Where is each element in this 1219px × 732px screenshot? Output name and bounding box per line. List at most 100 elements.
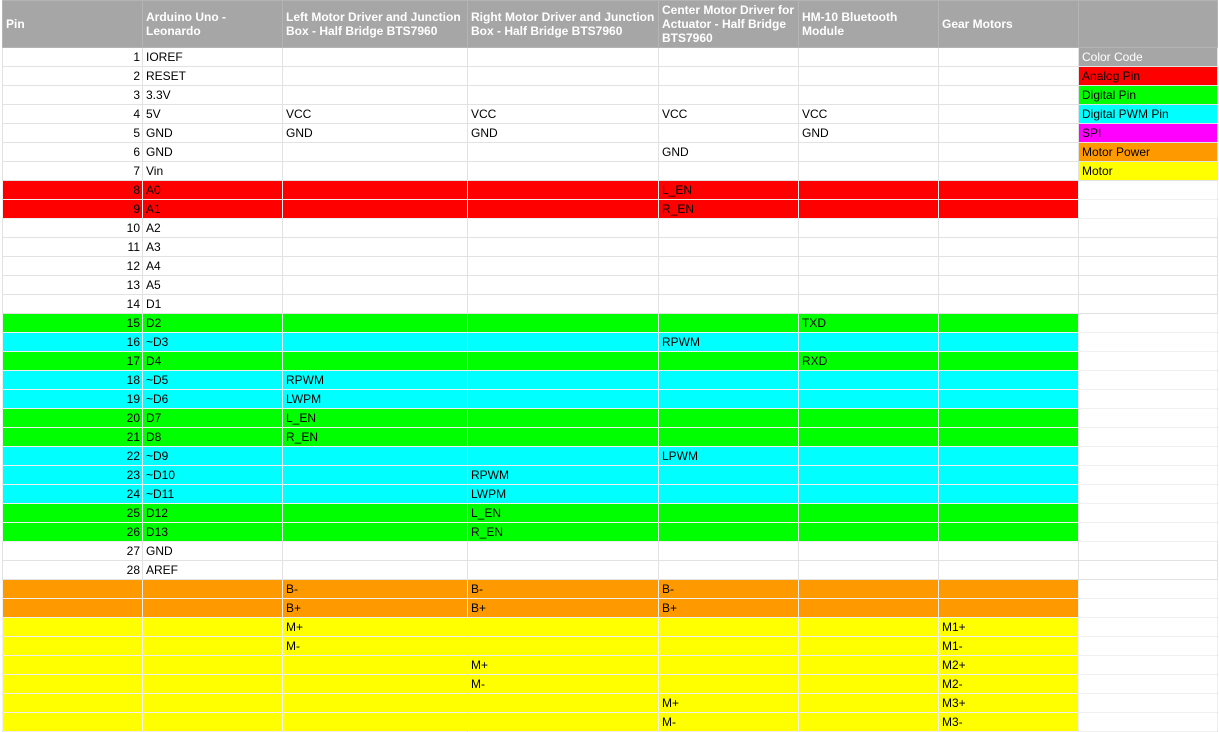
empty-cell[interactable] <box>1078 370 1218 390</box>
cell-left-driver[interactable] <box>282 503 468 523</box>
cell-arduino[interactable] <box>142 655 283 675</box>
empty-cell[interactable] <box>1078 522 1218 542</box>
empty-cell[interactable] <box>1078 484 1218 504</box>
empty-cell[interactable] <box>1078 332 1218 352</box>
cell-left-driver[interactable] <box>282 693 468 713</box>
empty-cell[interactable] <box>1078 427 1218 447</box>
cell-arduino[interactable] <box>142 636 283 656</box>
cell-center-driver[interactable] <box>658 389 799 409</box>
cell-gear-motors[interactable] <box>938 161 1079 181</box>
cell-center-driver[interactable] <box>658 237 799 257</box>
cell-pin[interactable] <box>2 598 143 618</box>
header-pin[interactable]: Pin <box>2 0 143 48</box>
cell-gear-motors[interactable]: M2- <box>938 674 1079 694</box>
cell-center-driver[interactable] <box>658 484 799 504</box>
cell-left-driver[interactable] <box>282 655 468 675</box>
cell-arduino[interactable]: A3 <box>142 237 283 257</box>
cell-arduino[interactable] <box>142 712 283 732</box>
cell-pin[interactable] <box>2 617 143 637</box>
cell-pin[interactable]: 8 <box>2 180 143 200</box>
cell-bluetooth[interactable] <box>798 617 939 637</box>
cell-right-driver[interactable] <box>467 370 659 390</box>
empty-cell[interactable] <box>1078 674 1218 694</box>
cell-right-driver[interactable] <box>467 294 659 314</box>
cell-bluetooth[interactable] <box>798 408 939 428</box>
legend-spi[interactable]: SPI <box>1078 123 1218 143</box>
cell-arduino[interactable]: A5 <box>142 275 283 295</box>
cell-arduino[interactable]: D2 <box>142 313 283 333</box>
cell-gear-motors[interactable] <box>938 104 1079 124</box>
legend-digital-pin[interactable]: Digital Pin <box>1078 85 1218 105</box>
cell-left-driver[interactable]: RPWM <box>282 370 468 390</box>
cell-center-driver[interactable] <box>658 465 799 485</box>
cell-gear-motors[interactable] <box>938 47 1079 67</box>
cell-gear-motors[interactable] <box>938 85 1079 105</box>
cell-center-driver[interactable] <box>658 275 799 295</box>
cell-left-driver[interactable] <box>282 218 468 238</box>
cell-arduino[interactable]: A2 <box>142 218 283 238</box>
cell-right-driver[interactable] <box>467 408 659 428</box>
cell-gear-motors[interactable] <box>938 142 1079 162</box>
cell-arduino[interactable]: ~D6 <box>142 389 283 409</box>
cell-right-driver[interactable] <box>467 617 659 637</box>
cell-right-driver[interactable]: M+ <box>467 655 659 675</box>
header-gear-motors[interactable]: Gear Motors <box>938 0 1079 48</box>
empty-cell[interactable] <box>1078 389 1218 409</box>
cell-bluetooth[interactable] <box>798 256 939 276</box>
cell-left-driver[interactable]: R_EN <box>282 427 468 447</box>
cell-gear-motors[interactable]: M3+ <box>938 693 1079 713</box>
cell-left-driver[interactable] <box>282 541 468 561</box>
cell-right-driver[interactable] <box>467 332 659 352</box>
cell-pin[interactable]: 13 <box>2 275 143 295</box>
cell-right-driver[interactable]: B- <box>467 579 659 599</box>
cell-bluetooth[interactable] <box>798 199 939 219</box>
cell-right-driver[interactable]: LWPM <box>467 484 659 504</box>
cell-left-driver[interactable]: M- <box>282 636 468 656</box>
cell-pin[interactable]: 27 <box>2 541 143 561</box>
cell-gear-motors[interactable]: M2+ <box>938 655 1079 675</box>
cell-pin[interactable]: 24 <box>2 484 143 504</box>
cell-pin[interactable]: 9 <box>2 199 143 219</box>
cell-center-driver[interactable] <box>658 47 799 67</box>
cell-right-driver[interactable]: B+ <box>467 598 659 618</box>
cell-pin[interactable]: 4 <box>2 104 143 124</box>
cell-gear-motors[interactable] <box>938 522 1079 542</box>
cell-center-driver[interactable] <box>658 313 799 333</box>
cell-bluetooth[interactable] <box>798 484 939 504</box>
cell-bluetooth[interactable] <box>798 370 939 390</box>
empty-cell[interactable] <box>1078 712 1218 732</box>
empty-cell[interactable] <box>1078 275 1218 295</box>
cell-bluetooth[interactable] <box>798 294 939 314</box>
cell-center-driver[interactable] <box>658 503 799 523</box>
cell-arduino[interactable]: AREF <box>142 560 283 580</box>
cell-right-driver[interactable] <box>467 446 659 466</box>
cell-left-driver[interactable] <box>282 560 468 580</box>
cell-pin[interactable]: 21 <box>2 427 143 447</box>
cell-arduino[interactable]: A0 <box>142 180 283 200</box>
cell-right-driver[interactable] <box>467 237 659 257</box>
cell-arduino[interactable] <box>142 598 283 618</box>
cell-right-driver[interactable] <box>467 47 659 67</box>
cell-gear-motors[interactable] <box>938 370 1079 390</box>
cell-left-driver[interactable] <box>282 237 468 257</box>
cell-center-driver[interactable] <box>658 427 799 447</box>
cell-arduino[interactable]: ~D3 <box>142 332 283 352</box>
cell-pin[interactable]: 3 <box>2 85 143 105</box>
cell-right-driver[interactable]: R_EN <box>467 522 659 542</box>
cell-left-driver[interactable]: B- <box>282 579 468 599</box>
cell-left-driver[interactable]: LWPM <box>282 389 468 409</box>
cell-left-driver[interactable]: VCC <box>282 104 468 124</box>
cell-gear-motors[interactable] <box>938 389 1079 409</box>
cell-gear-motors[interactable] <box>938 598 1079 618</box>
cell-bluetooth[interactable] <box>798 332 939 352</box>
cell-right-driver[interactable] <box>467 66 659 86</box>
cell-center-driver[interactable] <box>658 161 799 181</box>
cell-gear-motors[interactable] <box>938 123 1079 143</box>
header-empty-cell[interactable] <box>1078 0 1218 48</box>
cell-left-driver[interactable]: L_EN <box>282 408 468 428</box>
cell-bluetooth[interactable] <box>798 674 939 694</box>
cell-bluetooth[interactable] <box>798 180 939 200</box>
cell-gear-motors[interactable] <box>938 408 1079 428</box>
cell-arduino[interactable]: 5V <box>142 104 283 124</box>
cell-gear-motors[interactable] <box>938 579 1079 599</box>
